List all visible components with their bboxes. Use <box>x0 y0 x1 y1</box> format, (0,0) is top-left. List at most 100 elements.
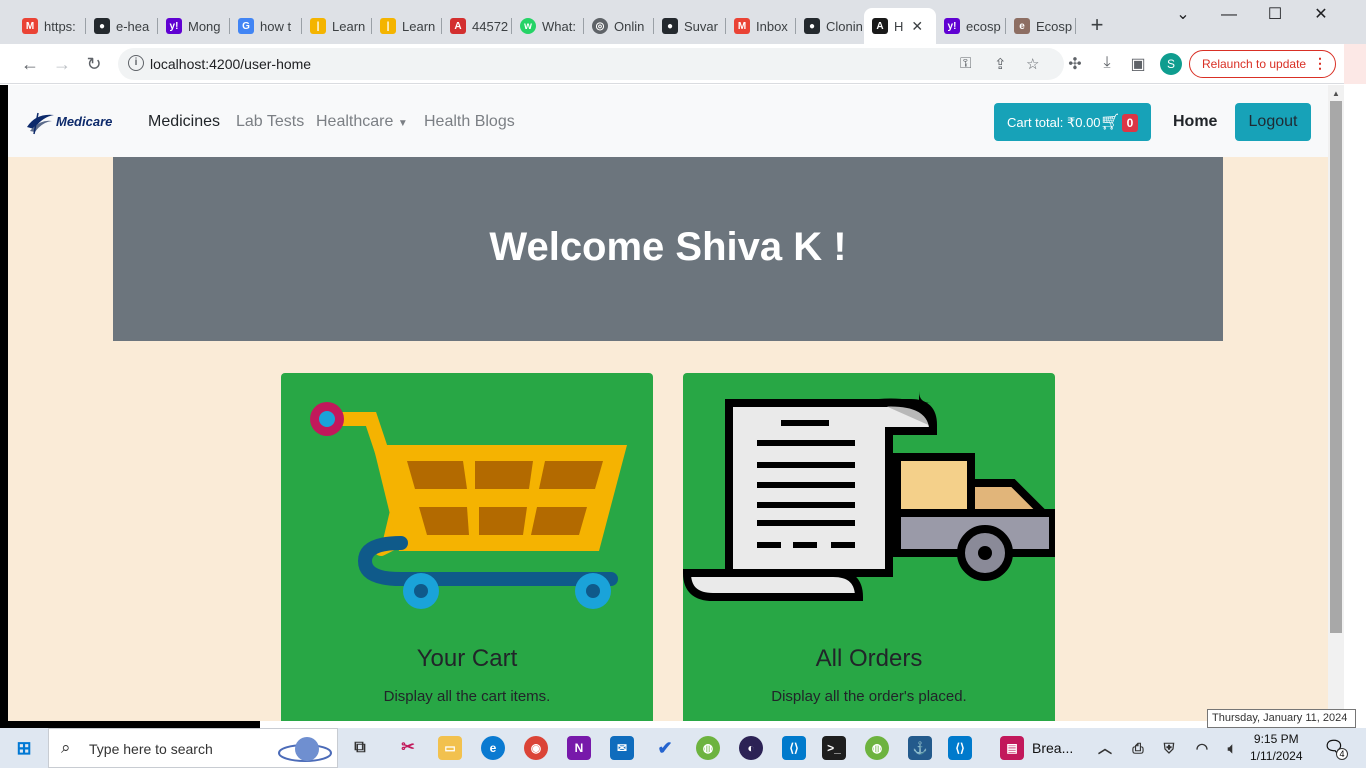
right-edge <box>1344 84 1366 721</box>
windows-start-icon[interactable]: ⊞ <box>12 736 36 760</box>
mysql-workbench-icon[interactable]: ⚓ <box>908 736 932 760</box>
site-info-icon[interactable]: i <box>128 55 144 71</box>
chevron-up-icon[interactable]: ︿ <box>1093 736 1117 760</box>
whatsapp-icon: w <box>520 18 536 34</box>
forward-button[interactable]: → <box>50 52 74 76</box>
nav-healthcare[interactable]: Healthcare ▼ <box>316 113 408 131</box>
card-text: Display all the cart items. <box>383 688 551 705</box>
shopping-cart-icon <box>310 402 627 609</box>
meet-now-icon[interactable]: ⎙ <box>1126 736 1150 760</box>
browser-tab[interactable]: y! ecosp <box>936 10 1006 42</box>
edge-icon[interactable]: e <box>481 736 505 760</box>
terminal-icon[interactable]: >_ <box>822 736 846 760</box>
minimize-button[interactable]: — <box>1206 4 1252 26</box>
browser-tab[interactable]: e Ecosp <box>1006 10 1076 42</box>
card-title: All Orders <box>815 645 923 672</box>
spring-tool-icon[interactable]: ◍ <box>696 736 720 760</box>
yahoo-icon: y! <box>166 18 182 34</box>
back-button[interactable]: ← <box>18 52 42 76</box>
relaunch-button[interactable]: Relaunch to update ⋮ <box>1189 50 1336 78</box>
ecosp-icon: e <box>1014 18 1030 34</box>
scroll-up-icon[interactable]: ▲ <box>1332 89 1340 98</box>
app-window-icon[interactable]: ▤ <box>1000 736 1024 760</box>
browser-tab[interactable]: ● e-hea <box>86 10 158 42</box>
mail-icon[interactable]: ✉ <box>610 736 634 760</box>
gmail-icon: M <box>734 18 750 34</box>
browser-tab[interactable]: ● Clonin <box>796 10 864 42</box>
page-viewport: Medicare Medicines Lab Tests Healthcare … <box>8 85 1328 721</box>
gmail-icon: M <box>22 18 38 34</box>
bottom-edge <box>0 721 1366 728</box>
github-icon: ● <box>804 18 820 34</box>
maximize-button[interactable]: ☐ <box>1252 4 1298 26</box>
yahoo-icon: y! <box>944 18 960 34</box>
github-icon: ● <box>662 18 678 34</box>
browser-tab[interactable]: M Inbox <box>726 10 796 42</box>
brand-logo[interactable]: Medicare <box>24 109 124 135</box>
globe-icon: ◎ <box>592 18 608 34</box>
key-icon[interactable]: ⚿ <box>960 55 971 72</box>
speaker-icon[interactable]: 🔈︎ <box>1220 736 1244 760</box>
browser-tab-strip: Mhttps: ● e-hea y! Mong Ghow t | Learn | Lea… <box>0 0 1366 44</box>
defender-icon[interactable]: ⛨ <box>1157 736 1181 760</box>
browser-tab[interactable]: ● Suvar <box>654 10 726 42</box>
scrollbar-thumb[interactable] <box>1330 101 1342 633</box>
analytics-icon: | <box>310 18 326 34</box>
search-highlight-icon <box>278 737 332 762</box>
card-title: Your Cart <box>416 645 518 672</box>
browser-tab[interactable]: Mhttps: <box>14 10 86 42</box>
browser-tab[interactable]: ◎ Onlin <box>584 10 654 42</box>
bookmark-star-icon[interactable]: ☆ <box>1026 55 1039 73</box>
extensions-icon[interactable]: ✣ <box>1065 54 1085 74</box>
browser-tab-active[interactable]: A H ✕ <box>864 8 936 44</box>
browser-tab[interactable]: w What: <box>512 10 584 42</box>
share-icon[interactable]: ⇪ <box>994 55 1007 73</box>
vscode-icon[interactable]: ⟨⟩ <box>782 736 806 760</box>
tab-search-icon[interactable]: ⌄ <box>1160 4 1206 26</box>
nav-lab-tests[interactable]: Lab Tests <box>236 113 304 131</box>
browser-tab[interactable]: A 44572 <box>442 10 512 42</box>
onenote-icon[interactable]: N <box>567 736 591 760</box>
card-text: Display all the order's placed. <box>771 688 967 705</box>
close-tab-icon[interactable]: ✕ <box>911 18 923 35</box>
spring-tool-icon[interactable]: ◍ <box>865 736 889 760</box>
taskbar-app-label[interactable]: Brea... <box>1032 740 1073 756</box>
menu-dots-icon: ⋮ <box>1313 55 1327 71</box>
download-icon[interactable]: ⤓ <box>1097 54 1117 72</box>
todo-icon[interactable]: ✔ <box>653 736 677 760</box>
page-scrollbar[interactable]: ▲ <box>1328 85 1344 721</box>
cart-total-button[interactable]: Cart total: ₹0.00 🛒︎ 0 <box>994 103 1151 141</box>
new-tab-button[interactable]: + <box>1086 14 1108 36</box>
cart-count-badge: 0 <box>1122 114 1138 132</box>
file-explorer-icon[interactable]: ▭ <box>438 736 462 760</box>
cart-icon: 🛒︎ <box>1100 114 1121 131</box>
window-edge <box>1344 44 1366 84</box>
taskbar-clock[interactable]: 9:15 PM 1/11/2024 <box>1250 731 1303 765</box>
side-panel-icon[interactable]: ▣ <box>1128 54 1148 74</box>
chrome-icon[interactable]: ◉ <box>524 736 548 760</box>
reload-button[interactable]: ↻ <box>82 52 106 76</box>
vscode-icon[interactable]: ⟨⟩ <box>948 736 972 760</box>
browser-tab[interactable]: | Learn <box>372 10 442 42</box>
nav-health-blogs[interactable]: Health Blogs <box>424 113 515 131</box>
your-cart-card[interactable]: Your Cart Display all the cart items. <box>281 373 653 721</box>
snipping-tool-icon[interactable]: ✂ <box>396 736 420 760</box>
logout-button[interactable]: Logout <box>1235 103 1311 141</box>
close-window-button[interactable]: ✕ <box>1298 4 1344 26</box>
browser-tab[interactable]: Ghow t <box>230 10 302 42</box>
welcome-jumbotron: Welcome Shiva K ! <box>113 157 1223 341</box>
taskbar-search-box[interactable]: ⌕ Type here to search <box>48 728 338 768</box>
profile-avatar[interactable]: S <box>1160 53 1182 75</box>
url-text[interactable]: localhost:4200/user-home <box>150 56 311 72</box>
wifi-icon[interactable]: ◠ <box>1190 736 1214 760</box>
browser-tab[interactable]: | Learn <box>302 10 372 42</box>
nav-medicines[interactable]: Medicines <box>148 113 220 131</box>
eclipse-icon[interactable]: ◐ <box>739 736 763 760</box>
order-receipt-truck-icon <box>683 391 1055 601</box>
browser-toolbar: ← → ↻ i localhost:4200/user-home ⚿ ⇪ ☆ ✣… <box>0 44 1366 84</box>
task-view-icon[interactable]: ⧉ <box>348 736 372 760</box>
nav-home[interactable]: Home <box>1173 113 1217 131</box>
address-bar[interactable]: i localhost:4200/user-home ⚿ ⇪ ☆ <box>118 48 1064 80</box>
all-orders-card[interactable]: All Orders Display all the order's place… <box>683 373 1055 721</box>
browser-tab[interactable]: y! Mong <box>158 10 230 42</box>
